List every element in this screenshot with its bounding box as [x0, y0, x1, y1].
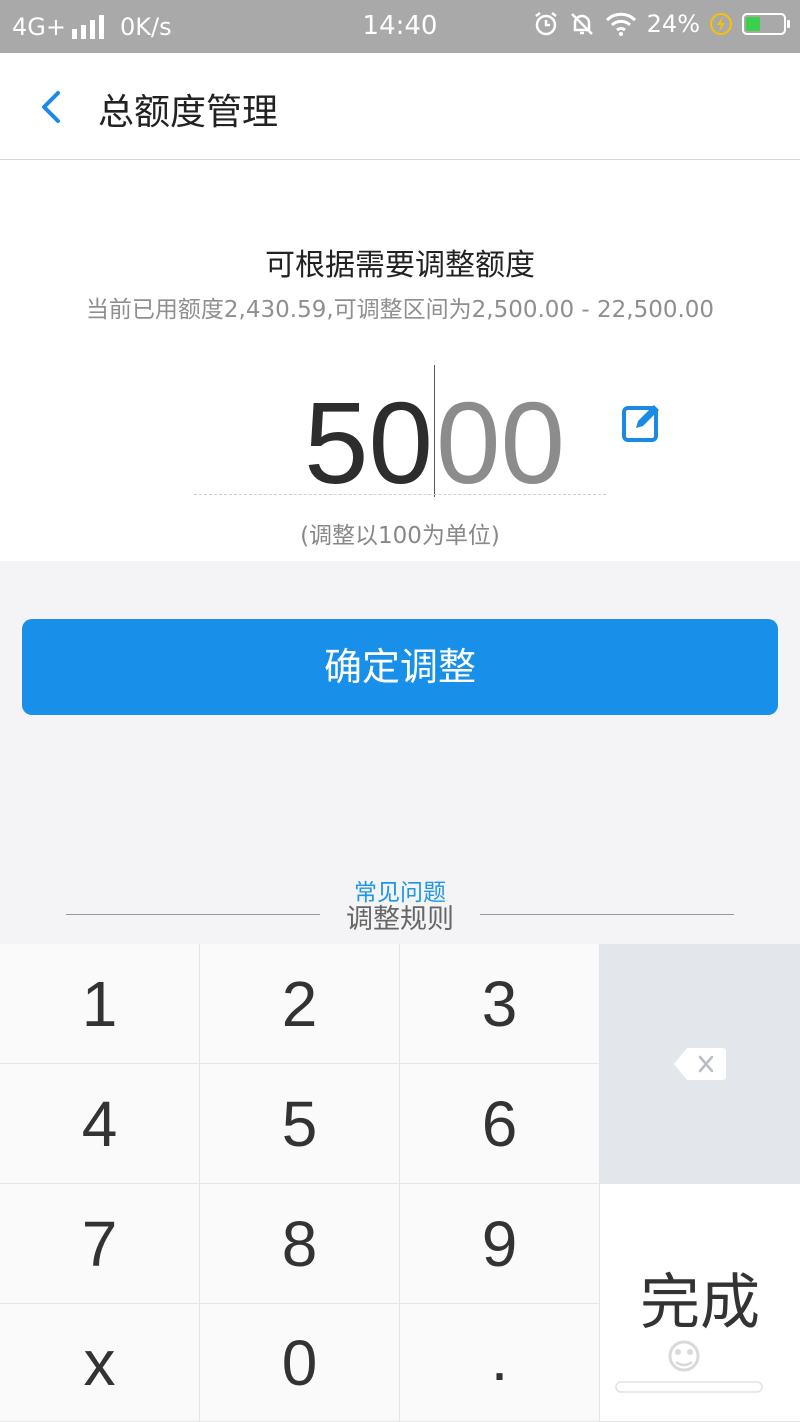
adjust-heading: 可根据需要调整额度: [265, 248, 535, 283]
key-0[interactable]: 0: [200, 1304, 400, 1422]
key-9[interactable]: 9: [400, 1184, 600, 1304]
status-right: 24%: [523, 10, 790, 38]
amount-input[interactable]: 5000: [304, 365, 565, 503]
battery-level: [746, 17, 760, 31]
key-dot[interactable]: .: [400, 1304, 600, 1422]
delete-key[interactable]: [600, 944, 800, 1184]
edit-icon: [622, 405, 659, 442]
confirm-adjust-button[interactable]: 确定调整: [22, 619, 778, 715]
app-header: 总额度管理: [0, 53, 800, 160]
adjust-panel: 可根据需要调整额度 当前已用额度2,430.59,可调整区间为2,500.00 …: [0, 160, 800, 561]
adjust-rules-link[interactable]: 调整规则: [66, 897, 734, 936]
alarm-icon: [534, 12, 557, 36]
key-5[interactable]: 5: [200, 1064, 400, 1184]
mute-bell-icon: [570, 13, 593, 35]
baidu-jingyan-watermark: [615, 1340, 763, 1393]
battery-icon: [742, 13, 790, 35]
key-1[interactable]: 1: [0, 944, 200, 1064]
key-6[interactable]: 6: [400, 1064, 600, 1184]
battery-percent: 24%: [646, 10, 700, 38]
key-2[interactable]: 2: [200, 944, 400, 1064]
unit-hint: (调整以100为单位): [300, 523, 500, 549]
divider-right: [480, 914, 734, 915]
key-x[interactable]: x: [0, 1304, 200, 1422]
wifi-icon: [605, 12, 636, 36]
key-7[interactable]: 7: [0, 1184, 200, 1304]
key-4[interactable]: 4: [0, 1064, 200, 1184]
amount-typed-digits: 50: [304, 378, 434, 508]
limit-range-text: 当前已用额度2,430.59,可调整区间为2,500.00 - 22,500.0…: [85, 297, 715, 323]
charging-icon: [710, 13, 732, 35]
back-button[interactable]: [30, 83, 70, 131]
amount-placeholder-digits: 00: [436, 378, 566, 508]
edit-button[interactable]: [620, 400, 664, 444]
backspace-icon: [673, 1047, 726, 1080]
key-8[interactable]: 8: [200, 1184, 400, 1304]
chevron-left-icon: [42, 91, 60, 123]
status-bar: 4G+ 0K/s 14:40 24%: [0, 0, 800, 53]
page-title: 总额度管理: [98, 92, 279, 133]
text-cursor: [434, 365, 436, 497]
rules-row: 调整规则: [66, 897, 734, 936]
amount-underline: [194, 494, 606, 495]
key-3[interactable]: 3: [400, 944, 600, 1064]
